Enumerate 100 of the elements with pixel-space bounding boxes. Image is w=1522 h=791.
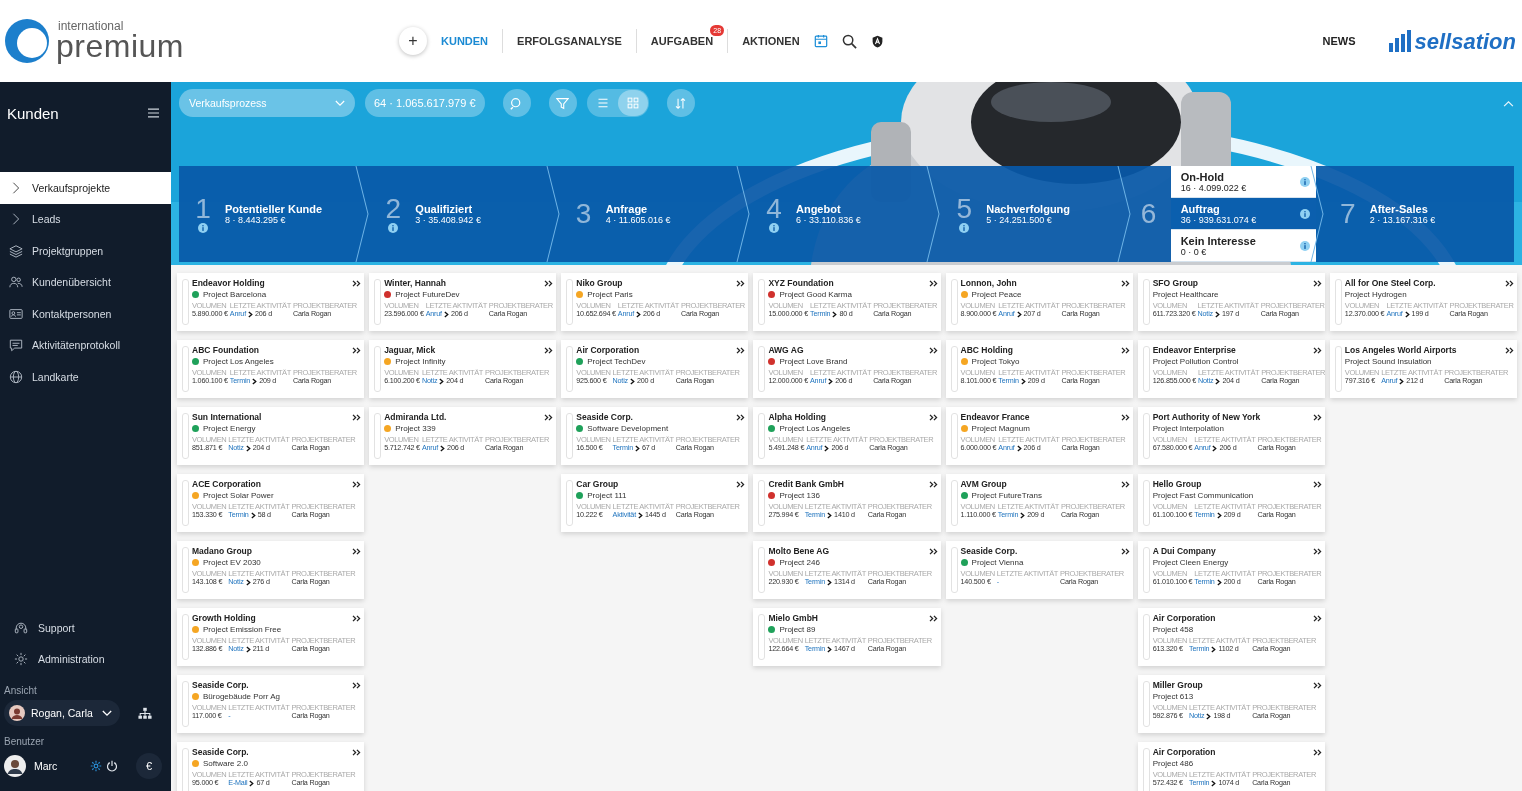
sidebar-item[interactable]: Verkaufsprojekte xyxy=(0,172,171,204)
sort-button[interactable] xyxy=(666,89,695,117)
nav-tab[interactable]: KUNDEN xyxy=(441,31,489,51)
grid-view-button[interactable] xyxy=(617,90,648,116)
sidebar-item[interactable]: Leads xyxy=(0,203,171,235)
drag-handle[interactable] xyxy=(182,480,189,526)
double-chevron-icon[interactable] xyxy=(544,346,554,354)
drag-handle[interactable] xyxy=(950,547,958,593)
menu-icon[interactable] xyxy=(148,108,159,118)
double-chevron-icon[interactable] xyxy=(1312,681,1322,689)
double-chevron-icon[interactable] xyxy=(544,413,554,421)
nav-tab[interactable]: AKTIONEN xyxy=(742,31,800,51)
drag-handle[interactable] xyxy=(182,279,189,325)
sidebar-item[interactable]: Projektgruppen xyxy=(0,235,171,267)
double-chevron-icon[interactable] xyxy=(736,480,746,488)
drag-handle[interactable] xyxy=(758,480,766,526)
filter-button[interactable] xyxy=(548,89,577,117)
double-chevron-icon[interactable] xyxy=(1120,346,1130,354)
sidebar-item[interactable]: Aktivitätenprotokoll xyxy=(0,329,171,361)
drag-handle[interactable] xyxy=(758,413,766,459)
drag-handle[interactable] xyxy=(1142,346,1150,392)
stage-tab[interactable]: On-Hold 16 · 4.099.022 € xyxy=(1170,166,1316,198)
drag-handle[interactable] xyxy=(758,614,766,660)
drag-handle[interactable] xyxy=(1142,547,1150,593)
double-chevron-icon[interactable] xyxy=(1120,279,1130,287)
search-icon[interactable] xyxy=(841,33,857,49)
double-chevron-icon[interactable] xyxy=(1312,547,1322,555)
double-chevron-icon[interactable] xyxy=(736,279,746,287)
double-chevron-icon[interactable] xyxy=(1312,346,1322,354)
drag-handle[interactable] xyxy=(374,346,382,392)
drag-handle[interactable] xyxy=(182,346,189,392)
drag-handle[interactable] xyxy=(950,279,958,325)
double-chevron-icon[interactable] xyxy=(1120,413,1130,421)
double-chevron-icon[interactable] xyxy=(928,413,938,421)
double-chevron-icon[interactable] xyxy=(352,748,362,756)
stage-tab[interactable]: Auftrag 36 · 939.631.074 € xyxy=(1170,198,1316,230)
drag-handle[interactable] xyxy=(1142,279,1150,325)
info-icon[interactable] xyxy=(1299,176,1310,187)
drag-handle[interactable] xyxy=(566,279,574,325)
double-chevron-icon[interactable] xyxy=(736,413,746,421)
sidebar-item[interactable]: Landkarte xyxy=(0,361,171,393)
double-chevron-icon[interactable] xyxy=(1505,346,1514,354)
sidebar-item[interactable]: Support xyxy=(0,612,171,644)
double-chevron-icon[interactable] xyxy=(1312,279,1322,287)
news-link[interactable]: NEWS xyxy=(1322,35,1356,47)
currency-button[interactable]: € xyxy=(136,753,162,779)
double-chevron-icon[interactable] xyxy=(928,346,938,354)
drag-handle[interactable] xyxy=(1142,681,1150,727)
power-icon[interactable] xyxy=(106,760,118,772)
drag-handle[interactable] xyxy=(1334,346,1342,392)
drag-handle[interactable] xyxy=(566,346,574,392)
double-chevron-icon[interactable] xyxy=(928,480,938,488)
double-chevron-icon[interactable] xyxy=(352,413,362,421)
drag-handle[interactable] xyxy=(182,614,189,660)
double-chevron-icon[interactable] xyxy=(1312,480,1322,488)
double-chevron-icon[interactable] xyxy=(1505,279,1514,287)
hierarchy-icon[interactable] xyxy=(138,706,152,720)
drag-handle[interactable] xyxy=(950,346,958,392)
double-chevron-icon[interactable] xyxy=(1312,748,1322,756)
gear-icon[interactable] xyxy=(90,760,102,772)
double-chevron-icon[interactable] xyxy=(352,614,362,622)
sidebar-item[interactable]: Administration xyxy=(0,643,171,675)
double-chevron-icon[interactable] xyxy=(352,547,362,555)
drag-handle[interactable] xyxy=(950,413,958,459)
double-chevron-icon[interactable] xyxy=(352,480,362,488)
user-select[interactable]: Rogan, Carla xyxy=(4,700,120,726)
double-chevron-icon[interactable] xyxy=(736,346,746,354)
drag-handle[interactable] xyxy=(1142,413,1150,459)
double-chevron-icon[interactable] xyxy=(544,279,554,287)
shield-icon[interactable] xyxy=(870,34,884,48)
drag-handle[interactable] xyxy=(758,547,766,593)
double-chevron-icon[interactable] xyxy=(1120,480,1130,488)
sidebar-item[interactable]: Kundenübersicht xyxy=(0,266,171,298)
drag-handle[interactable] xyxy=(1142,748,1150,791)
info-icon[interactable] xyxy=(959,223,970,233)
nav-tab[interactable]: ERFOLGSANALYSE xyxy=(517,31,622,51)
double-chevron-icon[interactable] xyxy=(928,279,938,287)
info-icon[interactable] xyxy=(769,223,779,233)
drag-handle[interactable] xyxy=(950,480,958,526)
double-chevron-icon[interactable] xyxy=(928,547,938,555)
drag-handle[interactable] xyxy=(758,279,766,325)
drag-handle[interactable] xyxy=(182,681,189,727)
double-chevron-icon[interactable] xyxy=(1312,413,1322,421)
add-button[interactable]: + xyxy=(399,27,427,55)
search-button[interactable] xyxy=(502,89,531,117)
double-chevron-icon[interactable] xyxy=(928,614,938,622)
double-chevron-icon[interactable] xyxy=(352,681,362,689)
info-icon[interactable] xyxy=(198,223,208,233)
info-icon[interactable] xyxy=(1299,240,1310,251)
info-icon[interactable] xyxy=(388,223,399,233)
double-chevron-icon[interactable] xyxy=(352,346,362,354)
drag-handle[interactable] xyxy=(566,413,574,459)
double-chevron-icon[interactable] xyxy=(1120,547,1130,555)
drag-handle[interactable] xyxy=(182,547,189,593)
info-icon[interactable] xyxy=(1299,208,1310,219)
drag-handle[interactable] xyxy=(374,413,382,459)
double-chevron-icon[interactable] xyxy=(352,279,362,287)
calendar-icon[interactable] xyxy=(813,34,828,48)
chevron-up-icon[interactable] xyxy=(1503,99,1514,107)
drag-handle[interactable] xyxy=(182,748,189,791)
